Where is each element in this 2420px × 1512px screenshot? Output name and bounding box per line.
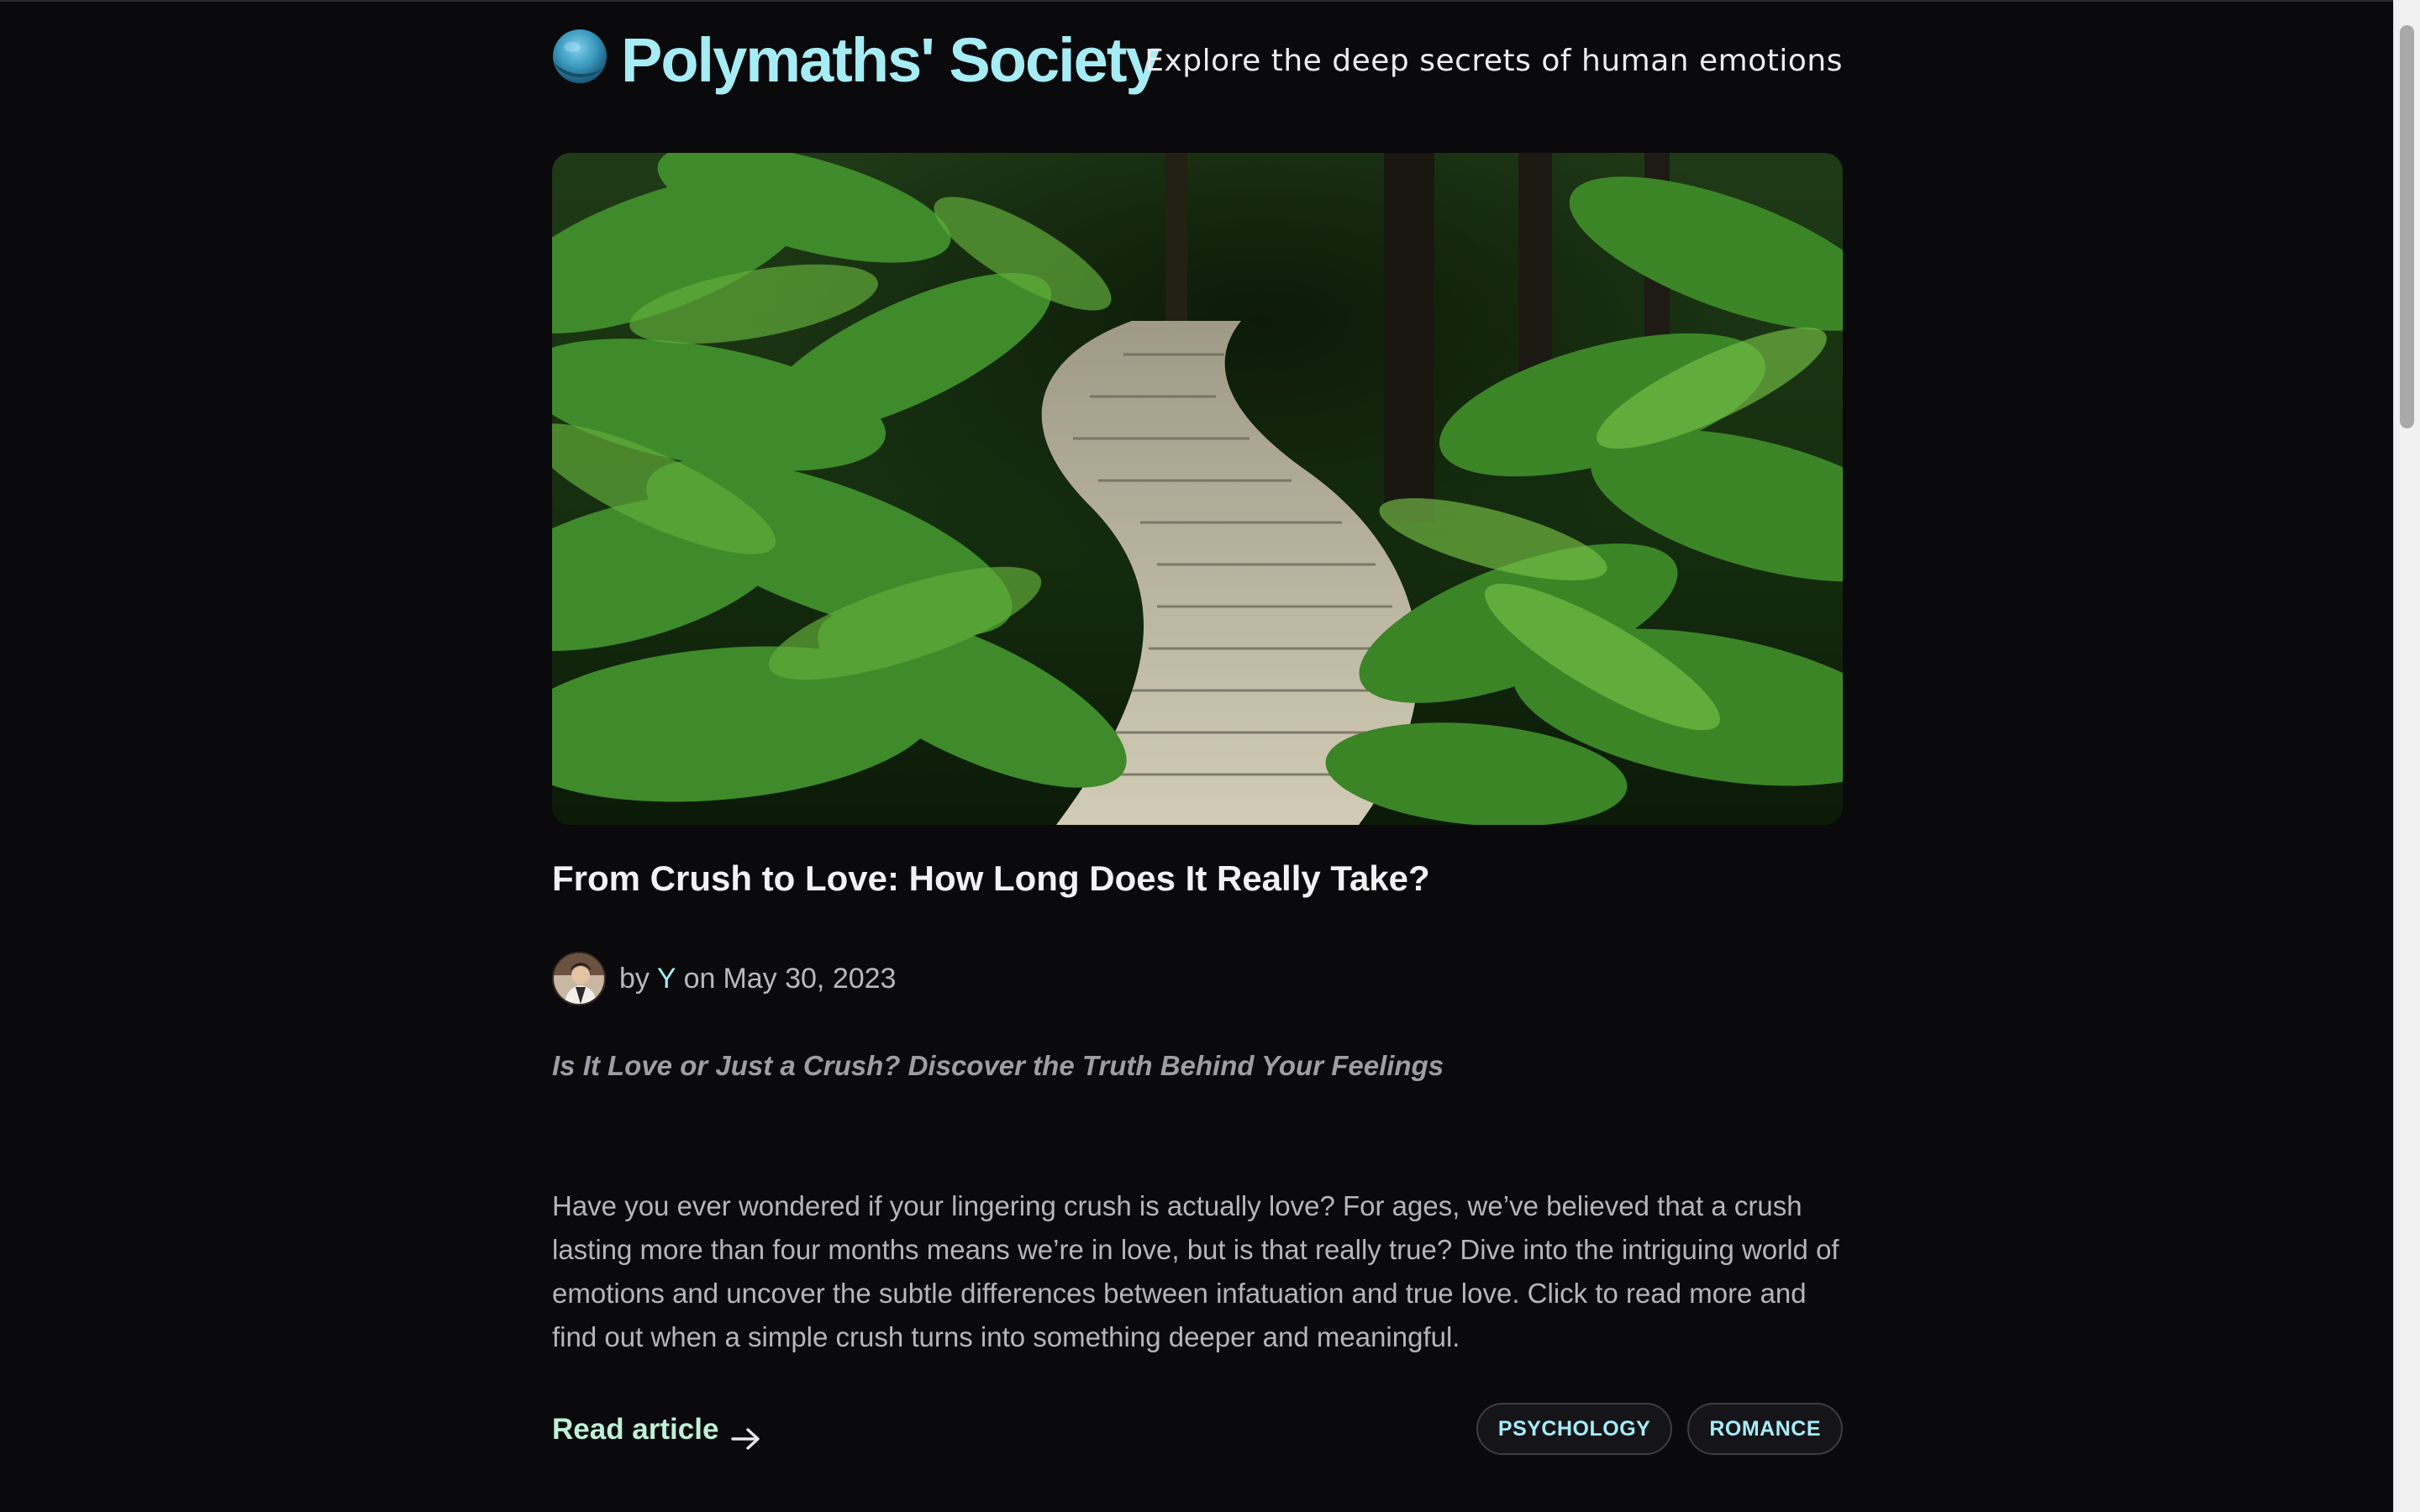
tag-list: PSYCHOLOGY ROMANCE: [1476, 1403, 1843, 1455]
site-header: Polymaths' Society Explore the deep secr…: [552, 20, 1843, 104]
page: Polymaths' Society Explore the deep secr…: [0, 0, 2393, 1512]
byline-by-label: by: [619, 962, 650, 995]
site-tagline: Explore the deep secrets of human emotio…: [1144, 44, 1843, 78]
article-subtitle: Is It Love or Just a Crush? Discover the…: [552, 1050, 1444, 1081]
article-byline: by Y on May 30, 2023: [552, 951, 896, 1006]
author-avatar[interactable]: [552, 952, 606, 1005]
author-link[interactable]: Y: [657, 963, 676, 995]
tag-romance[interactable]: ROMANCE: [1687, 1403, 1843, 1455]
tag-psychology[interactable]: PSYCHOLOGY: [1476, 1403, 1673, 1455]
article-title[interactable]: From Crush to Love: How Long Does It Rea…: [552, 852, 1430, 906]
article-excerpt: Have you ever wondered if your lingering…: [552, 1190, 1839, 1352]
article-hero-image[interactable]: [552, 153, 1843, 825]
read-article-link[interactable]: Read article: [552, 1404, 762, 1455]
scrollbar-thumb[interactable]: [2400, 25, 2414, 428]
vertical-scrollbar[interactable]: [2393, 0, 2420, 1512]
arrow-right-icon: [730, 1417, 762, 1450]
publish-date: May 30, 2023: [723, 962, 897, 995]
site-title[interactable]: Polymaths' Society: [621, 20, 1160, 101]
globe-logo-icon[interactable]: [552, 29, 608, 84]
byline-on-label: on: [683, 962, 716, 995]
read-article-label: Read article: [552, 1413, 719, 1446]
